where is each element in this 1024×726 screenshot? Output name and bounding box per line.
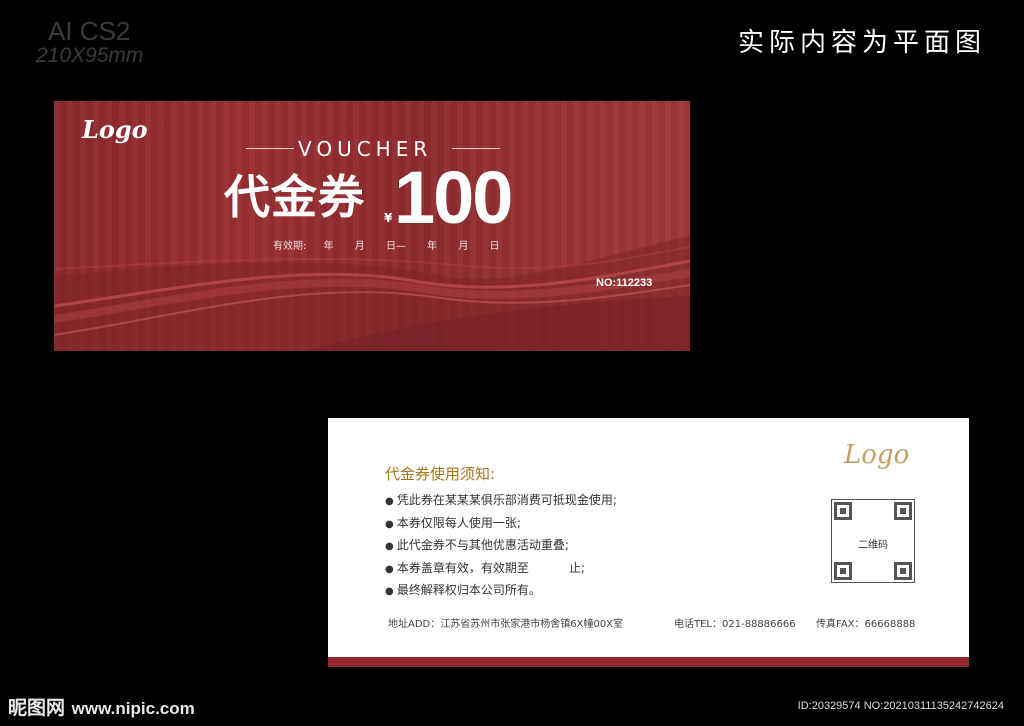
validity-year-end: 年 <box>427 241 438 252</box>
telephone: 电话TEL：021-88886666 <box>674 619 796 630</box>
validity-month-start: 月 <box>354 241 365 252</box>
address: 地址ADD：江苏省苏州市张家港市杨舍镇6X幢00X室 <box>388 619 624 630</box>
voucher-amount: 100 <box>394 156 513 239</box>
qr-label: 二维码 <box>858 540 888 551</box>
fax: 传真FAX：66668888 <box>816 619 916 630</box>
print-size: 210X95mm <box>36 44 144 68</box>
voucher-title: 代金券 <box>224 170 365 224</box>
software-version: AI CS2 <box>48 16 131 46</box>
qr-finder-icon <box>834 502 852 520</box>
layout-note: 实际内容为平面图 <box>737 28 986 58</box>
validity-month-end: 月 <box>458 241 469 252</box>
rule-item: 此代金券不与其他优惠活动重叠; <box>385 535 617 558</box>
validity-line: 有效期: 年 月 日— 年 月 日 <box>273 237 518 252</box>
validity-day-start: 日— <box>385 241 406 252</box>
rule-item: 本券盖章有效，有效期至止; <box>385 558 617 581</box>
validity-year-start: 年 <box>323 241 334 252</box>
divider-left <box>246 148 294 149</box>
watermark-url: www.nipic.com <box>71 699 195 718</box>
usage-rules: 代金券使用须知: 凭此券在某某某俱乐部消费可抵现金使用; 本券仅限每人使用一张;… <box>385 463 617 603</box>
validity-label: 有效期: <box>273 241 307 252</box>
qr-code-placeholder: 二维码 <box>831 499 915 583</box>
divider-right <box>452 148 500 149</box>
rule-item: 本券仅限每人使用一张; <box>385 513 617 536</box>
currency-symbol: ¥ <box>384 211 393 225</box>
site-watermark: 昵图网 www.nipic.com <box>8 693 195 720</box>
brand-logo-back: Logo <box>844 440 910 470</box>
bottom-band <box>328 657 969 667</box>
image-id: ID:20329574 NO:20210311135242742624 <box>797 700 1004 712</box>
qr-finder-icon <box>894 502 912 520</box>
rule-item: 凭此券在某某某俱乐部消费可抵现金使用; <box>385 490 617 513</box>
validity-day-end: 日 <box>489 241 500 252</box>
serial-number: NO:112233 <box>596 277 653 289</box>
rules-title: 代金券使用须知: <box>385 465 496 483</box>
voucher-front: Logo VOUCHER 代金券 ¥ 100 有效期: 年 月 日— 年 月 日… <box>54 101 690 351</box>
rules-list: 凭此券在某某某俱乐部消费可抵现金使用; 本券仅限每人使用一张; 此代金券不与其他… <box>385 490 617 603</box>
voucher-back: Logo 代金券使用须知: 凭此券在某某某俱乐部消费可抵现金使用; 本券仅限每人… <box>328 418 969 667</box>
file-spec: AI CS2 210X95mm <box>36 16 144 68</box>
watermark-brand: 昵图网 <box>8 697 66 719</box>
qr-finder-icon <box>894 562 912 580</box>
rule-item: 最终解释权归本公司所有。 <box>385 580 617 603</box>
qr-finder-icon <box>834 562 852 580</box>
brand-logo: Logo <box>82 115 148 144</box>
